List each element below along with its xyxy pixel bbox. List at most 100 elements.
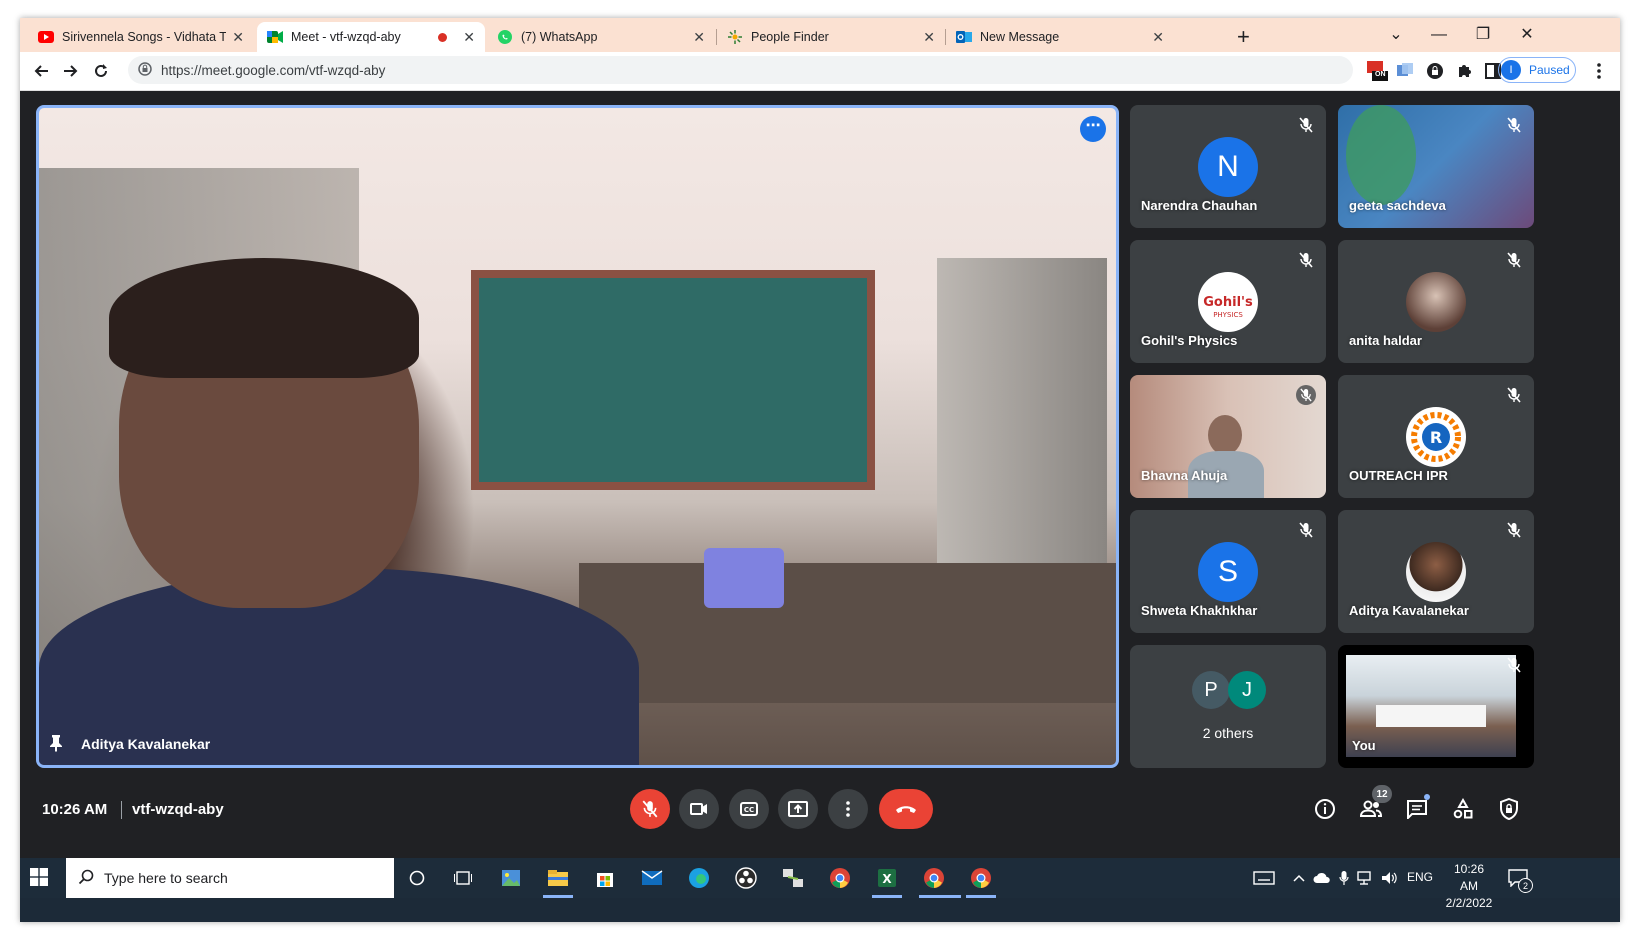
chevron-up-icon[interactable] (1287, 866, 1311, 890)
notifications-icon[interactable]: 2 (1506, 866, 1533, 893)
mic-toggle-button[interactable] (630, 789, 670, 829)
close-tab-icon[interactable]: ✕ (463, 29, 475, 46)
video-background (471, 270, 875, 490)
back-button[interactable] (28, 58, 54, 84)
tab-title: Meet - vtf-wzqd-aby (291, 30, 401, 44)
mic-off-icon (1296, 250, 1316, 270)
file-explorer-icon[interactable] (546, 866, 570, 890)
windows-start-button[interactable] (30, 868, 50, 888)
participant-tile[interactable]: anita haldar (1338, 240, 1534, 363)
avatar (1406, 542, 1466, 602)
avatar: P (1192, 671, 1230, 709)
participant-tile[interactable]: S Shweta Khakhkhar (1130, 510, 1326, 633)
youtube-icon (38, 29, 54, 45)
active-indicator (543, 895, 573, 898)
meeting-details-button[interactable] (1311, 795, 1339, 823)
tab-whatsapp[interactable]: (7) WhatsApp ✕ (487, 22, 715, 52)
restore-button[interactable]: ❐ (1468, 22, 1498, 48)
edge-browser-icon[interactable] (687, 866, 711, 890)
photos-app-icon[interactable] (499, 866, 523, 890)
forward-button[interactable] (58, 58, 84, 84)
extension-lock-icon[interactable] (1424, 60, 1446, 82)
more-options-button[interactable] (828, 789, 868, 829)
chat-icon (1407, 800, 1427, 819)
tab-meet[interactable]: Meet - vtf-wzqd-aby ✕ (257, 22, 485, 52)
more-options-button[interactable]: ⋯ (1080, 116, 1106, 142)
svg-text:Gohil's: Gohil's (1203, 295, 1253, 310)
taskbar-search-input[interactable]: Type here to search (66, 858, 394, 898)
site-info-icon[interactable] (138, 62, 152, 81)
close-tab-icon[interactable]: ✕ (232, 29, 244, 46)
camera-toggle-button[interactable] (679, 789, 719, 829)
participant-name: 2 others (1202, 725, 1254, 741)
microphone-icon[interactable] (1332, 866, 1356, 890)
activities-button[interactable] (1449, 795, 1477, 823)
tab-youtube[interactable]: Sirivennela Songs - Vidhata Talap ✕ (28, 22, 254, 52)
tab-title: Sirivennela Songs - Vidhata Talap (62, 30, 226, 44)
extension-on-icon[interactable]: ON (1366, 60, 1388, 82)
present-screen-icon (788, 801, 808, 817)
hang-up-icon (896, 806, 916, 813)
captions-button[interactable]: CC (729, 789, 769, 829)
speaker-name: Aditya Kavalanekar (81, 736, 211, 752)
main-video-tile[interactable]: ⋯ Aditya Kavalanekar (36, 105, 1119, 768)
volume-icon[interactable] (1378, 866, 1402, 890)
profile-button[interactable]: I Paused (1498, 57, 1576, 83)
new-tab-button[interactable]: + (1237, 24, 1250, 50)
chrome-icon[interactable] (828, 866, 852, 890)
recording-dot-icon (438, 32, 448, 42)
minimize-button[interactable]: — (1424, 22, 1454, 48)
present-screen-button[interactable] (778, 789, 818, 829)
network-icon[interactable] (1354, 866, 1378, 890)
close-window-button[interactable]: ✕ (1512, 22, 1542, 48)
participant-tile[interactable]: Gohil's PHYSICS Gohil's Physics (1130, 240, 1326, 363)
reload-button[interactable] (88, 58, 114, 84)
participant-name: Gohil's Physics (1141, 333, 1238, 348)
self-view-tile[interactable]: You (1338, 645, 1534, 768)
host-controls-button[interactable] (1495, 795, 1523, 823)
others-tile[interactable]: P J 2 others (1130, 645, 1326, 768)
excel-icon[interactable]: X (875, 866, 899, 890)
tab-title: People Finder (751, 30, 829, 44)
browser-window: Sirivennela Songs - Vidhata Talap ✕ Meet… (20, 18, 1620, 922)
menu-kebab-icon[interactable] (1588, 60, 1610, 82)
language-indicator[interactable]: ENG (1407, 870, 1433, 884)
onedrive-icon[interactable] (1310, 866, 1334, 890)
extensions-puzzle-icon[interactable] (1454, 60, 1476, 82)
extension-translate-icon[interactable] (1394, 60, 1416, 82)
close-tab-icon[interactable]: ✕ (693, 29, 705, 46)
close-tab-icon[interactable]: ✕ (923, 29, 935, 46)
people-finder-icon (727, 29, 743, 45)
obs-icon[interactable] (734, 866, 758, 890)
tab-new-message[interactable]: New Message ✕ (946, 22, 1174, 52)
cortana-icon[interactable] (405, 866, 429, 890)
network-app-icon[interactable] (781, 866, 805, 890)
participant-tile[interactable]: geeta sachdeva (1338, 105, 1534, 228)
task-view-icon[interactable] (451, 866, 475, 890)
tab-search-icon[interactable]: ⌄ (1381, 22, 1411, 48)
browser-toolbar: https://meet.google.com/vtf-wzqd-aby ON … (20, 52, 1620, 91)
store-icon[interactable] (593, 866, 617, 890)
participant-tile[interactable]: R OUTREACH IPR (1338, 375, 1534, 498)
keyboard-icon[interactable] (1252, 866, 1276, 890)
svg-text:PHYSICS: PHYSICS (1213, 311, 1243, 319)
extension-badge: ON (1375, 71, 1386, 78)
notification-count-badge: 2 (1518, 878, 1533, 893)
participant-tile[interactable]: Aditya Kavalanekar (1338, 510, 1534, 633)
chrome-icon[interactable] (969, 866, 993, 890)
mail-icon[interactable] (640, 866, 664, 890)
pin-icon[interactable] (49, 734, 63, 757)
outlook-icon (956, 29, 972, 45)
close-tab-icon[interactable]: ✕ (1152, 29, 1164, 46)
shield-lock-icon (1500, 798, 1518, 820)
taskbar-clock[interactable]: 10:26 AM 2/2/2022 (1444, 861, 1494, 912)
leave-call-button[interactable] (879, 789, 933, 829)
chrome-profile-icon[interactable] (922, 866, 946, 890)
tab-people-finder[interactable]: People Finder ✕ (717, 22, 945, 52)
participant-tile[interactable]: N Narendra Chauhan (1130, 105, 1326, 228)
participant-tile[interactable]: Bhavna Ahuja (1130, 375, 1326, 498)
mic-off-icon (1504, 520, 1524, 540)
address-bar[interactable]: https://meet.google.com/vtf-wzqd-aby (128, 56, 1353, 84)
more-vert-icon (846, 801, 850, 817)
participant-count-badge: 12 (1372, 785, 1392, 803)
